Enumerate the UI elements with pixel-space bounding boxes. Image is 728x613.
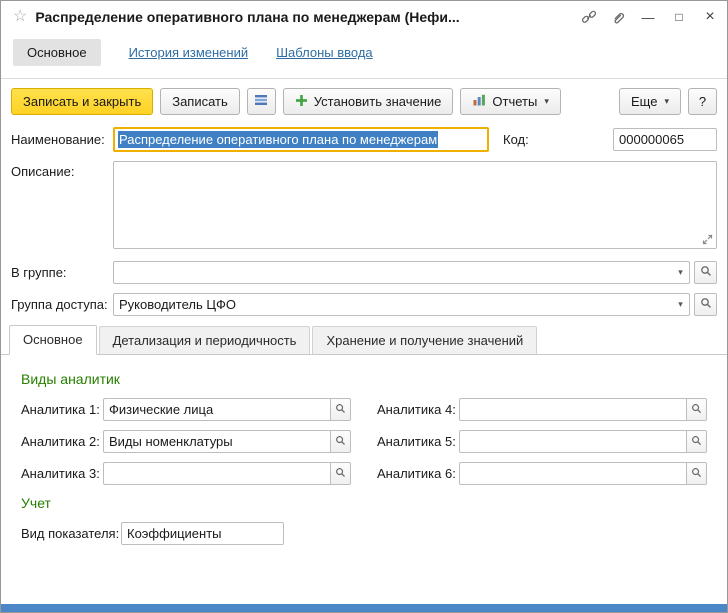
chevron-down-icon[interactable]: ▾	[672, 299, 689, 310]
minimize-button[interactable]: —	[637, 6, 659, 28]
more-button[interactable]: Еще ▾	[619, 88, 681, 115]
analytics-1-label: Аналитика 1:	[21, 402, 100, 417]
titlebar-controls: — □ ×	[579, 6, 721, 28]
analytics-row-4: Аналитика 4:	[377, 398, 707, 421]
code-label: Код:	[503, 132, 529, 147]
section-nav: Основное История изменений Шаблоны ввода	[1, 33, 727, 79]
analytics-grid: Аналитика 1: Физические лица Аналитика 2…	[21, 398, 707, 485]
open-icon	[335, 466, 346, 481]
chevron-down-icon[interactable]: ▾	[672, 267, 689, 278]
window-title: Распределение оперативного плана по мене…	[35, 9, 460, 25]
app-window: ☆ Распределение оперативного плана по ме…	[0, 0, 728, 613]
reports-label: Отчеты	[492, 94, 538, 109]
open-icon	[335, 402, 346, 417]
description-label: Описание:	[11, 164, 75, 179]
save-button[interactable]: Записать	[160, 88, 240, 115]
set-value-button[interactable]: Установить значение	[282, 88, 454, 115]
more-label: Еще	[631, 94, 658, 109]
analytics-3-open-button[interactable]	[330, 462, 351, 485]
analytics-5-label: Аналитика 5:	[377, 434, 456, 449]
name-label: Наименование:	[11, 132, 105, 147]
set-value-label: Установить значение	[313, 94, 442, 109]
analytics-3-label: Аналитика 3:	[21, 466, 100, 481]
group-input[interactable]: ▾	[113, 261, 690, 284]
open-icon	[691, 402, 702, 417]
tab-storage-values[interactable]: Хранение и получение значений	[312, 326, 538, 354]
indicator-input[interactable]: Коэффициенты	[121, 522, 284, 545]
open-icon	[691, 434, 702, 449]
analytics-5-input[interactable]	[459, 430, 686, 453]
tab-detail-periodicity[interactable]: Детализация и периодичность	[98, 326, 311, 354]
analytics-row-6: Аналитика 6:	[377, 462, 707, 485]
analytics-2-input[interactable]: Виды номенклатуры	[103, 430, 330, 453]
list-button[interactable]	[246, 88, 276, 115]
description-row: Описание:	[11, 161, 717, 252]
analytics-row-2: Аналитика 2: Виды номенклатуры	[21, 430, 351, 453]
save-close-button[interactable]: Записать и закрыть	[11, 88, 154, 115]
analytics-5-open-button[interactable]	[686, 430, 707, 453]
toolbar: Записать и закрыть Записать Установить з…	[1, 79, 727, 123]
maximize-button[interactable]: □	[668, 6, 690, 28]
form: Наименование: Распределение оперативного…	[1, 123, 727, 316]
paperclip-icon[interactable]	[608, 7, 628, 27]
accounting-section-title: Учет	[21, 495, 51, 511]
analytics-4-open-button[interactable]	[686, 398, 707, 421]
close-button[interactable]: ×	[699, 6, 721, 28]
indicator-row: Вид показателя: Коэффициенты	[21, 522, 707, 545]
analytics-row-5: Аналитика 5:	[377, 430, 707, 453]
titlebar: ☆ Распределение оперативного плана по ме…	[1, 1, 727, 33]
list-icon	[254, 93, 268, 110]
analytics-2-label: Аналитика 2:	[21, 434, 100, 449]
open-icon	[700, 265, 712, 280]
analytics-6-label: Аналитика 6:	[377, 466, 456, 481]
analytics-2-open-button[interactable]	[330, 430, 351, 453]
expand-icon[interactable]	[702, 234, 713, 245]
link-icon[interactable]	[579, 7, 599, 27]
analytics-3-input[interactable]	[103, 462, 330, 485]
tab-main[interactable]: Основное	[9, 325, 97, 355]
group-open-button[interactable]	[694, 261, 717, 284]
analytics-4-input[interactable]	[459, 398, 686, 421]
indicator-label: Вид показателя:	[21, 526, 120, 541]
favorite-star-icon[interactable]: ☆	[13, 9, 27, 25]
group-label: В группе:	[11, 265, 67, 280]
plus-icon	[295, 94, 308, 110]
open-icon	[335, 434, 346, 449]
access-group-open-button[interactable]	[694, 293, 717, 316]
detail-tabs: Основное Детализация и периодичность Хра…	[1, 325, 727, 355]
bottom-strip	[1, 604, 727, 612]
analytics-row-3: Аналитика 3:	[21, 462, 351, 485]
group-row: В группе: ▾	[11, 261, 717, 284]
analytics-1-input[interactable]: Физические лица	[103, 398, 330, 421]
analytics-6-input[interactable]	[459, 462, 686, 485]
nav-tab-main[interactable]: Основное	[13, 39, 101, 66]
description-input[interactable]	[113, 161, 717, 249]
code-input[interactable]	[613, 128, 717, 151]
access-group-label: Группа доступа:	[11, 297, 108, 312]
name-input[interactable]: Распределение оперативного плана по мене…	[113, 127, 489, 152]
analytics-4-label: Аналитика 4:	[377, 402, 456, 417]
chevron-down-icon: ▾	[664, 96, 669, 106]
nav-link-input-templates[interactable]: Шаблоны ввода	[276, 45, 373, 60]
bar-chart-icon	[472, 93, 486, 110]
help-button[interactable]: ?	[688, 88, 717, 115]
analytics-1-open-button[interactable]	[330, 398, 351, 421]
chevron-down-icon: ▾	[544, 96, 549, 106]
open-icon	[700, 297, 712, 312]
nav-link-change-history[interactable]: История изменений	[129, 45, 249, 60]
open-icon	[691, 466, 702, 481]
name-row: Наименование: Распределение оперативного…	[11, 127, 717, 152]
access-group-row: Группа доступа: Руководитель ЦФО ▾	[11, 293, 717, 316]
analytics-6-open-button[interactable]	[686, 462, 707, 485]
analytics-row-1: Аналитика 1: Физические лица	[21, 398, 351, 421]
name-selected-text: Распределение оперативного плана по мене…	[118, 131, 439, 148]
description-wrap	[113, 161, 717, 252]
access-group-input[interactable]: Руководитель ЦФО ▾	[113, 293, 690, 316]
access-group-value: Руководитель ЦФО	[119, 297, 236, 312]
reports-button[interactable]: Отчеты ▾	[460, 88, 561, 115]
analytics-section-title: Виды аналитик	[21, 371, 120, 387]
tab-panel: Виды аналитик Аналитика 1: Физические ли…	[1, 355, 727, 545]
